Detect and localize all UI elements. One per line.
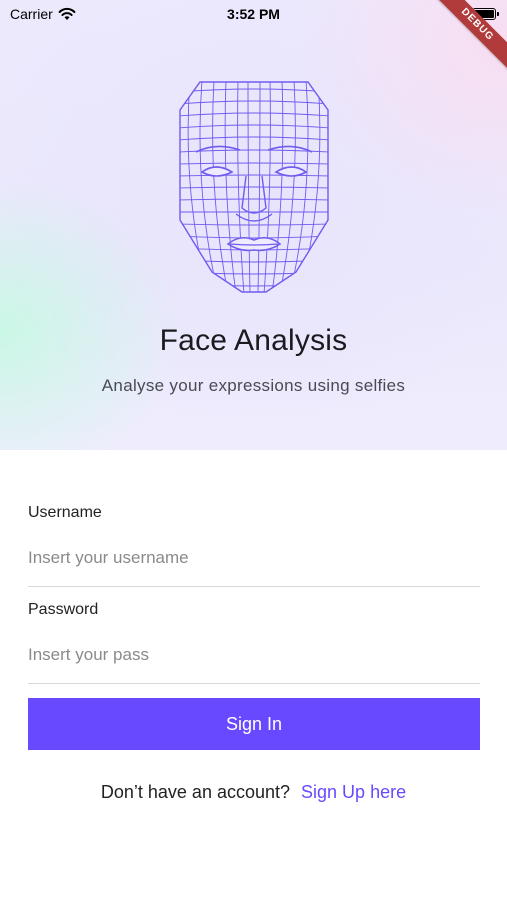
sign-up-link[interactable]: Sign Up here — [301, 782, 406, 802]
app-title: Face Analysis — [159, 324, 348, 357]
face-mesh-icon — [179, 81, 329, 293]
hero-section: Carrier 3:52 PM DEBUG Face Analysis Anal… — [0, 0, 507, 450]
username-input[interactable] — [28, 538, 480, 578]
clock: 3:52 PM — [227, 6, 280, 22]
login-screen: Carrier 3:52 PM DEBUG Face Analysis Anal… — [0, 0, 507, 900]
app-subtitle: Analyse your expressions using selfies — [101, 376, 406, 395]
signup-row: Don’t have an account? Sign Up here — [0, 782, 507, 803]
signup-prompt: Don’t have an account? — [100, 782, 291, 802]
sign-in-button[interactable]: Sign In — [28, 698, 480, 750]
status-bar: Carrier 3:52 PM — [0, 0, 507, 28]
username-label: Username — [28, 504, 102, 521]
password-underline — [28, 683, 480, 684]
password-label: Password — [28, 601, 99, 618]
username-underline — [28, 586, 480, 587]
password-input[interactable] — [28, 635, 480, 675]
